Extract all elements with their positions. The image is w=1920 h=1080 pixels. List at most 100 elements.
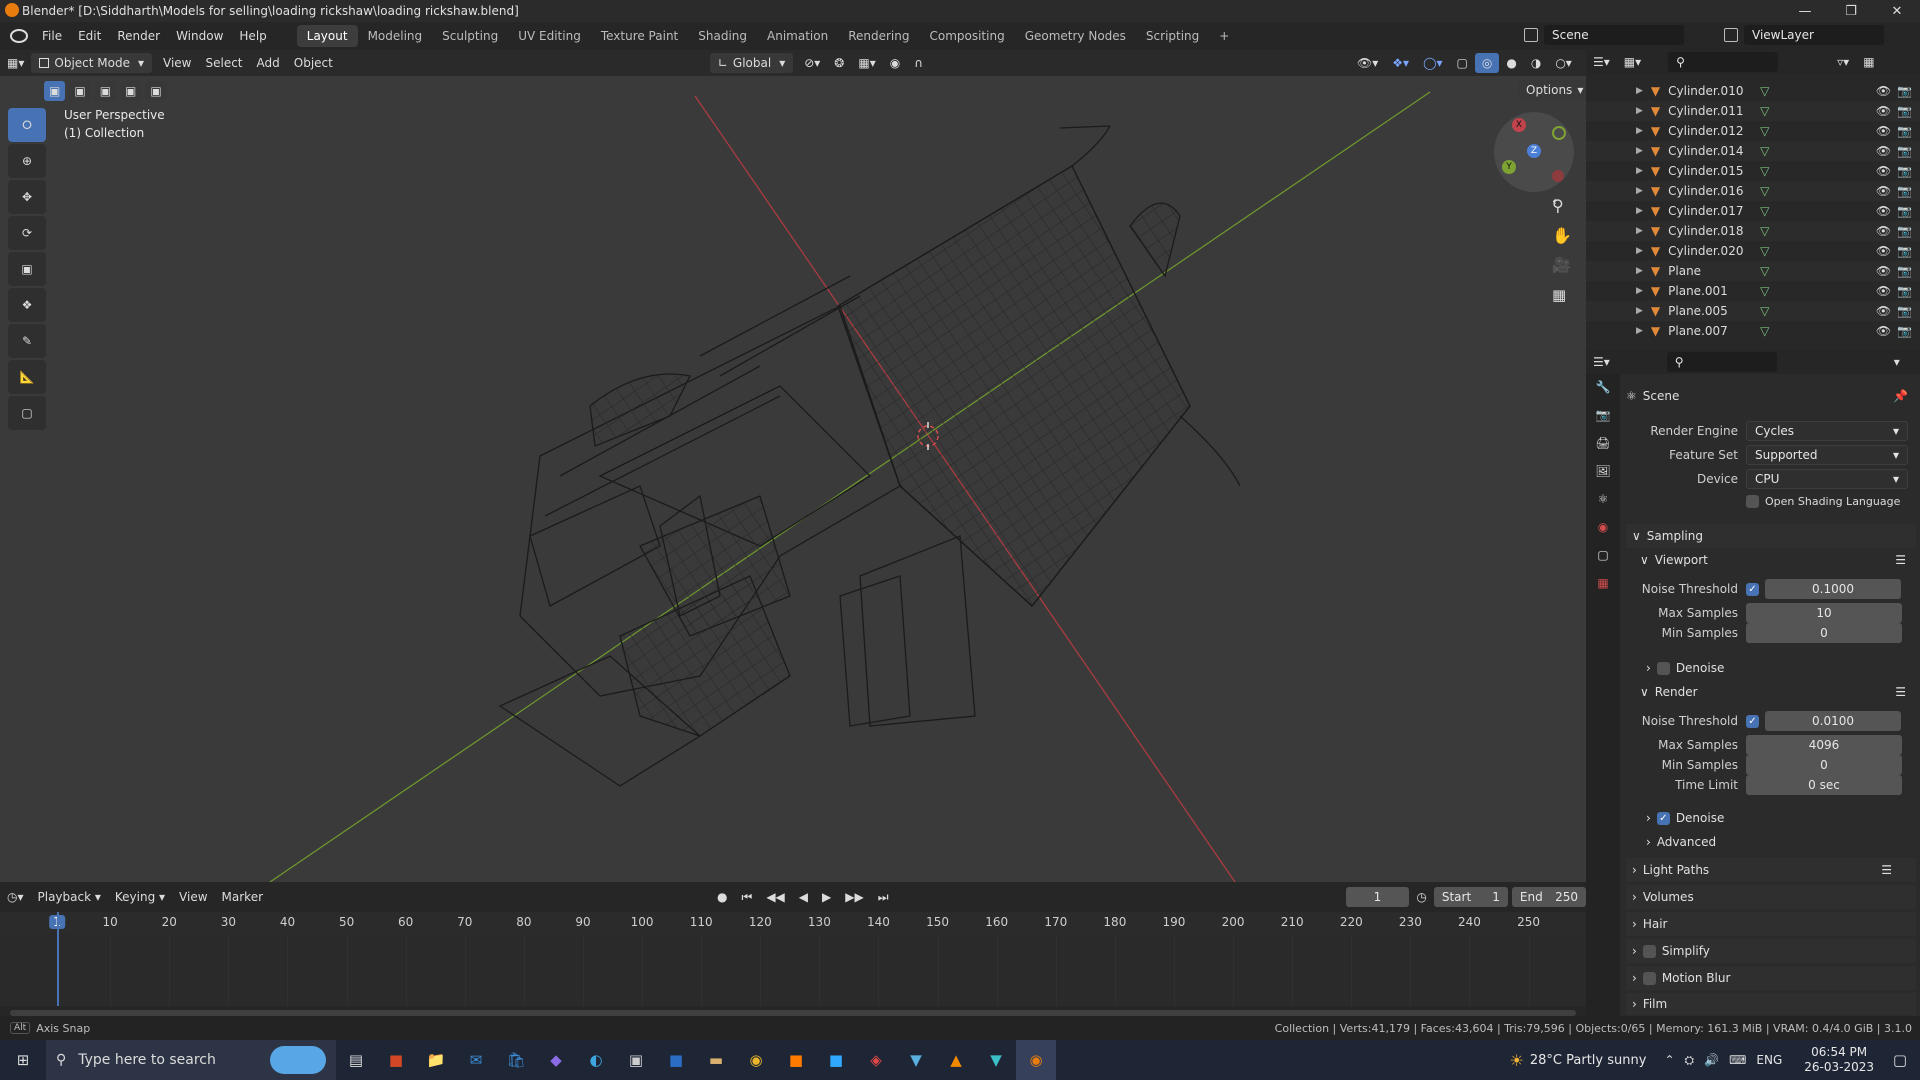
scale-tool-icon[interactable]: ▣ [8, 252, 46, 286]
pivot-point-icon[interactable]: ⊘▾ [797, 53, 827, 73]
tab-texture-paint[interactable]: Texture Paint [591, 25, 688, 47]
expand-arrow-icon[interactable]: ▶ [1636, 246, 1643, 256]
expand-arrow-icon[interactable]: ▶ [1636, 186, 1643, 196]
mail-icon[interactable]: ✉ [456, 1040, 496, 1080]
viewport-subpanel-header[interactable]: ∨ Viewport ☰ [1640, 548, 1920, 572]
outliner-item[interactable]: ▶ ▼ Plane.001 ▽ 👁 📷 [1586, 281, 1920, 301]
world-tab-icon[interactable]: ◉ [1586, 514, 1620, 542]
pan-hand-icon[interactable]: ✋ [1552, 226, 1572, 245]
volume-icon[interactable]: 🔊 [1704, 1053, 1719, 1067]
tab-animation[interactable]: Animation [757, 25, 838, 47]
notifications-icon[interactable]: ▢ [1880, 1040, 1920, 1080]
render-camera-icon[interactable]: 📷 [1897, 124, 1912, 138]
visibility-eye-icon[interactable]: 👁 [1876, 124, 1891, 138]
osl-checkbox[interactable] [1746, 494, 1759, 508]
outliner-item[interactable]: ▶ ▼ Cylinder.017 ▽ 👁 📷 [1586, 201, 1920, 221]
wireframe-shading-icon[interactable]: ◎ [1474, 53, 1500, 73]
zoom-icon[interactable]: ⚲ [1552, 196, 1564, 215]
render-max-samples-field[interactable]: 4096 [1746, 735, 1902, 755]
outliner-item[interactable]: ▶ ▼ Plane ▽ 👁 📷 [1586, 261, 1920, 281]
tab-geometry-nodes[interactable]: Geometry Nodes [1015, 25, 1136, 47]
end-frame-field[interactable]: End 250 [1511, 887, 1586, 907]
editor-type-icon[interactable]: ☰▾ [1586, 52, 1617, 72]
render-camera-icon[interactable]: 📷 [1897, 304, 1912, 318]
viewport-max-samples-field[interactable]: 10 [1746, 603, 1902, 623]
render-camera-icon[interactable]: 📷 [1897, 324, 1912, 338]
visibility-eye-icon[interactable]: 👁 [1876, 224, 1891, 238]
render-time-limit-field[interactable]: 0 sec [1746, 775, 1902, 795]
motion-blur-checkbox[interactable] [1642, 971, 1656, 985]
render-camera-icon[interactable]: 📷 [1897, 244, 1912, 258]
powerpoint-icon[interactable]: ■ [376, 1040, 416, 1080]
tab-uv-editing[interactable]: UV Editing [508, 25, 591, 47]
outliner-item[interactable]: ▶ ▼ Cylinder.016 ▽ 👁 📷 [1586, 181, 1920, 201]
render-camera-icon[interactable]: 📷 [1897, 224, 1912, 238]
close-button[interactable]: ✕ [1874, 0, 1920, 22]
cursor-tool-icon[interactable]: ⊕ [8, 144, 46, 178]
gizmo-y-axis[interactable]: Y [1502, 160, 1516, 174]
jump-end-icon[interactable]: ⏭ [871, 887, 896, 907]
select-box-subtract-icon[interactable]: ▣ [94, 81, 117, 101]
record-button-icon[interactable]: ● [710, 887, 734, 907]
menu-help[interactable]: Help [231, 29, 274, 43]
outliner-item[interactable]: ▶ ▼ Cylinder.018 ▽ 👁 📷 [1586, 221, 1920, 241]
language-indicator[interactable]: ENG [1756, 1053, 1782, 1067]
visibility-eye-icon[interactable]: 👁 [1876, 324, 1891, 338]
taskbar-clock[interactable]: 06:54 PM 26-03-2023 [1804, 1045, 1874, 1075]
3d-viewport[interactable]: User Perspective (1) Collection ▣ ▣ ▣ ▣ … [0, 76, 1586, 882]
mode-dropdown[interactable]: Object Mode ▾ [31, 53, 152, 73]
tab-layout[interactable]: Layout [296, 25, 358, 47]
view-layer-tab-icon[interactable]: 🖼 [1586, 458, 1620, 486]
store-icon[interactable]: 🛍 [496, 1040, 536, 1080]
select-box-invert-icon[interactable]: ▣ [120, 81, 142, 101]
visibility-eye-icon[interactable]: 👁 [1876, 144, 1891, 158]
expand-arrow-icon[interactable]: ▶ [1636, 86, 1643, 96]
render-subpanel-header[interactable]: ∨ Render ☰ [1640, 680, 1920, 704]
viewport-denoise-checkbox[interactable] [1656, 661, 1670, 675]
panel-hair[interactable]: › Hair [1626, 912, 1916, 936]
windows-start-icon[interactable]: ⊞ [0, 1040, 46, 1080]
menu-marker[interactable]: Marker [215, 887, 270, 907]
tab-scripting[interactable]: Scripting [1136, 25, 1209, 47]
tab-sculpting[interactable]: Sculpting [432, 25, 508, 47]
render-camera-icon[interactable]: 📷 [1897, 164, 1912, 178]
camera-view-icon[interactable]: 🎥 [1552, 256, 1571, 274]
viewport-min-samples-field[interactable]: 0 [1746, 623, 1902, 643]
tab-modeling[interactable]: Modeling [358, 25, 433, 47]
menu-keying[interactable]: Keying ▾ [108, 887, 172, 907]
blender-menu-icon[interactable] [10, 29, 28, 43]
solid-shading-icon[interactable]: ● [1499, 53, 1523, 73]
jump-start-icon[interactable]: ⏮ [735, 887, 760, 907]
chrome-icon[interactable]: ◉ [736, 1040, 776, 1080]
file-explorer-icon[interactable]: 📁 [416, 1040, 456, 1080]
render-camera-icon[interactable]: 📷 [1897, 204, 1912, 218]
weather-text[interactable]: 28°C Partly sunny [1530, 1053, 1647, 1068]
minimize-button[interactable]: — [1782, 0, 1828, 22]
render-denoise-subpanel[interactable]: › ✓ Denoise [1646, 806, 1920, 830]
start-frame-field[interactable]: Start 1 [1433, 887, 1508, 907]
panel-volumes[interactable]: › Volumes [1626, 885, 1916, 909]
blender-taskbar-icon[interactable]: ◉ [1016, 1040, 1056, 1080]
render-camera-icon[interactable]: 📷 [1897, 144, 1912, 158]
task-view-icon[interactable]: ▤ [336, 1040, 376, 1080]
app-icon[interactable]: ▣ [616, 1040, 656, 1080]
panel-motion-blur[interactable]: › Motion Blur [1626, 966, 1916, 990]
sampling-panel-header[interactable]: ∨ Sampling [1626, 524, 1916, 548]
expand-arrow-icon[interactable]: ▶ [1636, 226, 1643, 236]
render-camera-icon[interactable]: 📷 [1897, 84, 1912, 98]
menu-playback[interactable]: Playback ▾ [31, 887, 108, 907]
viewport-denoise-subpanel[interactable]: › Denoise [1646, 656, 1920, 680]
app-icon[interactable]: ◈ [856, 1040, 896, 1080]
expand-arrow-icon[interactable]: ▶ [1636, 306, 1643, 316]
new-collection-icon[interactable]: ▦ [1856, 52, 1881, 72]
pin-icon[interactable]: 📌 [1893, 389, 1908, 403]
viewport-noise-threshold-field[interactable]: 0.1000 [1765, 579, 1901, 599]
outliner-item[interactable]: ▶ ▼ Plane.005 ▽ 👁 📷 [1586, 301, 1920, 321]
transform-tool-icon[interactable]: ❖ [8, 288, 46, 322]
chevron-down-icon[interactable]: ▾ [1887, 352, 1907, 372]
select-box-tool-icon[interactable]: ⭘ [8, 108, 46, 142]
edge-icon[interactable]: ◐ [576, 1040, 616, 1080]
viewlayer-name-field[interactable]: ViewLayer [1744, 25, 1884, 45]
render-denoise-checkbox[interactable]: ✓ [1656, 811, 1670, 825]
collection-tab-icon[interactable]: ▢ [1586, 542, 1620, 570]
